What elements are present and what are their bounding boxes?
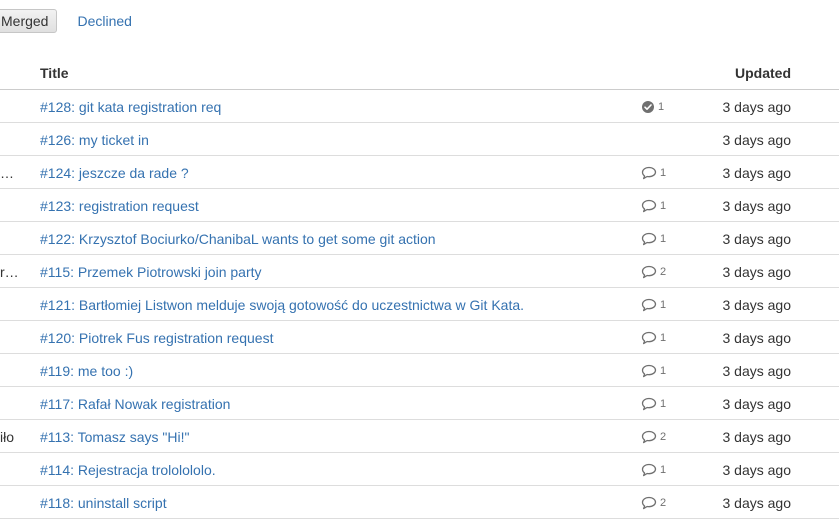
row-title: #124: jeszcze da rade ?: [40, 165, 189, 181]
pull-request-link[interactable]: #117: Rafał Nowak registration: [40, 396, 230, 412]
pull-request-link[interactable]: #118: uninstall script: [40, 495, 167, 511]
row-count: 1: [660, 299, 667, 311]
pull-request-link[interactable]: #123: registration request: [40, 198, 199, 214]
comment-icon: [641, 232, 657, 246]
row-updated: 3 days ago: [722, 396, 792, 412]
row-count: 1: [660, 200, 667, 212]
row-meta: 1: [641, 364, 666, 378]
tab-merged[interactable]: Merged: [0, 9, 58, 33]
row-meta: 2: [641, 430, 666, 444]
row-count: 2: [660, 497, 667, 509]
row-count: 2: [660, 266, 667, 278]
table-row[interactable]: r… #115: Przemek Piotrowski join party 2 3 …: [0, 255, 839, 288]
row-title: #121: Bartłomiej Listwon melduje swoją g…: [40, 297, 524, 313]
comment-icon: [641, 397, 657, 411]
row-meta: 1: [641, 199, 666, 213]
pr-state-tabs: Merged Declined: [0, 9, 140, 33]
row-updated: 3 days ago: [722, 330, 792, 346]
row-meta: 2: [641, 265, 666, 279]
column-header-updated: Updated: [735, 65, 791, 81]
row-title: #113: Tomasz says "Hi!": [40, 429, 189, 445]
table-row[interactable]: #123: registration request 1 3 days ago: [0, 189, 839, 222]
row-updated: 3 days ago: [722, 132, 792, 148]
row-updated: 3 days ago: [722, 495, 792, 511]
row-count: 2: [660, 431, 667, 443]
approved-check-icon: [641, 100, 655, 114]
row-truncated-author: …: [0, 165, 14, 181]
table-row[interactable]: #114: Rejestracja trololololo. 1 3 days ag…: [0, 453, 839, 486]
pull-request-link[interactable]: #121: Bartłomiej Listwon melduje swoją g…: [40, 297, 524, 313]
pull-request-link[interactable]: #120: Piotrek Fus registration request: [40, 330, 273, 346]
row-title: #119: me too :): [40, 363, 133, 379]
table-row[interactable]: #118: uninstall script 2 3 days ago: [0, 486, 839, 519]
row-title: #118: uninstall script: [40, 495, 167, 511]
pull-request-link[interactable]: #115: Przemek Piotrowski join party: [40, 264, 262, 280]
row-meta: 1: [641, 232, 666, 246]
row-updated: 3 days ago: [722, 99, 792, 115]
row-title: #128: git kata registration req: [40, 99, 221, 115]
pull-request-link[interactable]: #114: Rejestracja trololololo.: [40, 462, 216, 478]
row-meta: 1: [641, 397, 666, 411]
comment-icon: [641, 496, 657, 510]
pull-request-link[interactable]: #113: Tomasz says "Hi!": [40, 429, 189, 445]
row-count: 1: [660, 365, 667, 377]
comment-icon: [641, 166, 657, 180]
comment-icon: [641, 463, 657, 477]
row-updated: 3 days ago: [722, 198, 792, 214]
row-updated: 3 days ago: [722, 429, 792, 445]
table-row[interactable]: #122: Krzysztof Bociurko/ChanibaL wants …: [0, 222, 839, 255]
table-row[interactable]: iło #113: Tomasz says "Hi!" 2 3 days ago: [0, 420, 839, 453]
row-title: #123: registration request: [40, 198, 199, 214]
pull-request-link[interactable]: #128: git kata registration req: [40, 99, 221, 115]
comment-icon: [641, 265, 657, 279]
row-count: 1: [660, 233, 667, 245]
row-updated: 3 days ago: [722, 297, 792, 313]
row-meta: 1: [641, 298, 666, 312]
row-truncated-author: r…: [0, 264, 19, 280]
row-updated: 3 days ago: [722, 264, 792, 280]
row-count: 1: [660, 464, 667, 476]
row-title: #114: Rejestracja trololololo.: [40, 462, 216, 478]
row-title: #126: my ticket in: [40, 132, 149, 148]
table-header: Title Updated: [0, 55, 839, 90]
row-updated: 3 days ago: [722, 231, 792, 247]
pull-request-link[interactable]: #119: me too :): [40, 363, 133, 379]
pull-request-link[interactable]: #124: jeszcze da rade ?: [40, 165, 189, 181]
row-count: 1: [660, 332, 667, 344]
row-count: 1: [658, 101, 665, 113]
row-truncated-author: iło: [0, 429, 15, 445]
row-updated: 3 days ago: [722, 165, 792, 181]
column-header-title: Title: [40, 65, 69, 81]
comment-icon: [641, 331, 657, 345]
row-count: 1: [660, 167, 667, 179]
pull-request-link[interactable]: #122: Krzysztof Bociurko/ChanibaL wants …: [40, 231, 436, 247]
table-row[interactable]: #126: my ticket in 3 days ago: [0, 123, 839, 156]
row-meta: 1: [641, 331, 666, 345]
row-updated: 3 days ago: [722, 363, 792, 379]
pull-request-table: Title Updated #128: git kata registratio…: [0, 55, 839, 519]
pull-request-link[interactable]: #126: my ticket in: [40, 132, 149, 148]
row-updated: 3 days ago: [722, 462, 792, 478]
comment-icon: [641, 199, 657, 213]
row-meta: 1: [641, 100, 664, 114]
row-title: #122: Krzysztof Bociurko/ChanibaL wants …: [40, 231, 436, 247]
table-row[interactable]: … #124: jeszcze da rade ? 1 3 days ago: [0, 156, 839, 189]
row-meta: 2: [641, 496, 666, 510]
table-row[interactable]: #121: Bartłomiej Listwon melduje swoją g…: [0, 288, 839, 321]
tab-declined[interactable]: Declined: [67, 9, 139, 33]
table-row[interactable]: #119: me too :) 1 3 days ago: [0, 354, 839, 387]
row-meta: 1: [641, 463, 666, 477]
table-row[interactable]: #128: git kata registration req 1 3 days a…: [0, 90, 839, 123]
row-title: #115: Przemek Piotrowski join party: [40, 264, 262, 280]
row-meta: 1: [641, 166, 666, 180]
row-count: 1: [660, 398, 667, 410]
row-title: #117: Rafał Nowak registration: [40, 396, 230, 412]
comment-icon: [641, 298, 657, 312]
comment-icon: [641, 364, 657, 378]
table-row[interactable]: #120: Piotrek Fus registration request 1 3…: [0, 321, 839, 354]
comment-icon: [641, 430, 657, 444]
table-row[interactable]: #117: Rafał Nowak registration 1 3 days ag…: [0, 387, 839, 420]
row-title: #120: Piotrek Fus registration request: [40, 330, 273, 346]
